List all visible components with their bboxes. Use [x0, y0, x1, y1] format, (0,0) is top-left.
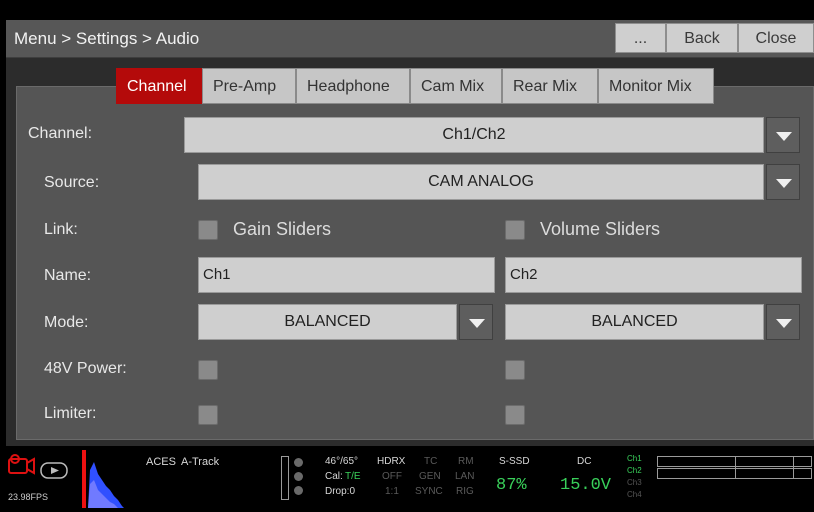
- ch1-mode-dropdown-arrow-icon[interactable]: [459, 304, 493, 340]
- channel-dropdown-arrow-icon[interactable]: [766, 117, 800, 153]
- drop-readout: Drop:0: [325, 486, 356, 497]
- status-dot-icon: [294, 486, 303, 495]
- volume-sliders-label: Volume Sliders: [540, 219, 661, 239]
- source-select[interactable]: CAM ANALOG: [198, 164, 764, 200]
- source-dropdown-arrow-icon[interactable]: [766, 164, 800, 200]
- top-strip: [0, 0, 814, 20]
- status-dot-icon: [294, 472, 303, 481]
- rm-label: RM: [458, 456, 474, 467]
- gain-sliders-label: Gain Sliders: [233, 219, 332, 239]
- ch1-limiter-checkbox[interactable]: [198, 405, 218, 425]
- temperature-readout: 46°/65°: [325, 456, 359, 467]
- ch1-name-field[interactable]: Ch1: [198, 257, 495, 293]
- meter-divider: [735, 456, 736, 479]
- lan-label: LAN: [455, 471, 475, 482]
- fps-readout: 23.98FPS: [8, 492, 49, 502]
- histogram: [82, 450, 124, 508]
- ch2-mode-select[interactable]: BALANCED: [505, 304, 764, 340]
- 48v-power-label: 48V Power:: [44, 360, 127, 377]
- gen-label: GEN: [419, 471, 441, 482]
- tab-rear-mix[interactable]: Rear Mix: [502, 68, 598, 104]
- status-bar: 23.98FPS ACES A-Track 46°/65° Cal: T/E D…: [0, 446, 814, 512]
- tab-bar: Channel Pre-Amp Headphone Cam Mix Rear M…: [116, 68, 714, 104]
- atrack-label: A-Track: [181, 456, 220, 468]
- voltage-readout: 15.0V: [560, 476, 612, 495]
- source-label: Source:: [44, 174, 100, 191]
- aces-label: ACES: [146, 456, 176, 468]
- limiter-label: Limiter:: [44, 405, 97, 422]
- volume-sliders-checkbox[interactable]: [505, 220, 525, 240]
- ch1-48v-power-checkbox[interactable]: [198, 360, 218, 380]
- media-label: S-SSD: [499, 456, 530, 467]
- gain-sliders-checkbox[interactable]: [198, 220, 218, 240]
- channel-select[interactable]: Ch1/Ch2: [184, 117, 764, 153]
- more-button[interactable]: ...: [615, 23, 666, 53]
- power-source-label: DC: [577, 456, 592, 467]
- name-label: Name:: [44, 267, 92, 284]
- channel-3-indicator: Ch3: [627, 478, 642, 487]
- hdrx-ratio: 1:1: [385, 486, 399, 497]
- play-icon[interactable]: [40, 462, 70, 480]
- channel-2-indicator: Ch2: [627, 466, 642, 475]
- media-percent: 87%: [496, 476, 527, 495]
- status-dot-icon: [294, 458, 303, 467]
- cal-prefix: Cal:: [325, 471, 343, 482]
- ch2-name-field[interactable]: Ch2: [505, 257, 802, 293]
- hdrx-label: HDRX: [377, 456, 406, 467]
- ch1-mode-select[interactable]: BALANCED: [198, 304, 457, 340]
- title-bar: Menu > Settings > Audio ... Back Close: [6, 20, 814, 58]
- hdrx-value: OFF: [382, 471, 402, 482]
- ch2-limiter-checkbox[interactable]: [505, 405, 525, 425]
- sync-label: SYNC: [415, 486, 443, 497]
- channel-4-indicator: Ch4: [627, 490, 642, 499]
- rig-label: RIG: [456, 486, 474, 497]
- back-button[interactable]: Back: [666, 23, 738, 53]
- ch2-mode-dropdown-arrow-icon[interactable]: [766, 304, 800, 340]
- ch2-48v-power-checkbox[interactable]: [505, 360, 525, 380]
- mode-label: Mode:: [44, 314, 89, 331]
- small-meter: [281, 456, 289, 500]
- channel-label: Channel:: [28, 125, 93, 142]
- channel-1-indicator: Ch1: [627, 454, 642, 463]
- breadcrumb-title: Menu > Settings > Audio: [14, 29, 200, 48]
- tab-pre-amp[interactable]: Pre-Amp: [202, 68, 296, 104]
- link-label: Link:: [44, 221, 78, 238]
- tab-cam-mix[interactable]: Cam Mix: [410, 68, 502, 104]
- meter-divider: [793, 456, 794, 479]
- tab-monitor-mix[interactable]: Monitor Mix: [598, 68, 714, 104]
- tc-label: TC: [424, 456, 438, 467]
- tab-channel[interactable]: Channel: [116, 68, 202, 104]
- tab-headphone[interactable]: Headphone: [296, 68, 410, 104]
- close-button[interactable]: Close: [738, 23, 814, 53]
- cal-value: T/E: [345, 471, 361, 482]
